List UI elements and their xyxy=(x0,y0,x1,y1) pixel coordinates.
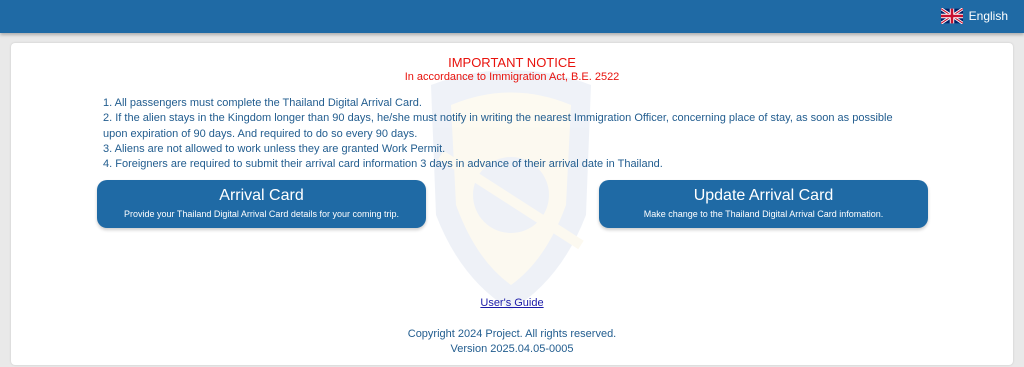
top-bar: English xyxy=(0,0,1024,33)
version-text: Version 2025.04.05-0005 xyxy=(450,343,574,355)
rule-item: 3. Aliens are not allowed to work unless… xyxy=(103,142,446,155)
copyright-text: Copyright 2024 Project. All rights reser… xyxy=(407,328,617,340)
language-label: English xyxy=(968,9,1008,23)
arrival-card-button[interactable]: Arrival Card Provide your Thailand Digit… xyxy=(97,180,426,228)
notice-rules: 1. All passengers must complete the Thai… xyxy=(103,96,903,172)
uk-flag-icon xyxy=(940,8,963,24)
notice-subtitle: In accordance to Immigration Act, B.E. 2… xyxy=(404,71,620,83)
users-guide: User's Guide xyxy=(11,297,1013,309)
update-arrival-card-description: Make change to the Thailand Digital Arri… xyxy=(643,209,884,219)
rule-item: 1. All passengers must complete the Thai… xyxy=(103,97,422,109)
rule-item: 2. If the alien stays in the Kingdom lon… xyxy=(103,112,893,140)
notice-title: IMPORTANT NOTICE xyxy=(448,55,576,70)
arrival-card-title: Arrival Card xyxy=(219,187,304,204)
language-selector[interactable]: English xyxy=(940,7,1008,25)
main-panel: IMPORTANT NOTICE In accordance to Immigr… xyxy=(11,43,1013,365)
arrival-card-description: Provide your Thailand Digital Arrival Ca… xyxy=(124,209,399,219)
rule-item: 4. Foreigners are required to submit the… xyxy=(103,158,663,171)
update-arrival-card-title: Update Arrival Card xyxy=(693,187,834,204)
users-guide-link[interactable]: User's Guide xyxy=(480,297,543,309)
update-arrival-card-button[interactable]: Update Arrival Card Make change to the T… xyxy=(599,180,928,228)
